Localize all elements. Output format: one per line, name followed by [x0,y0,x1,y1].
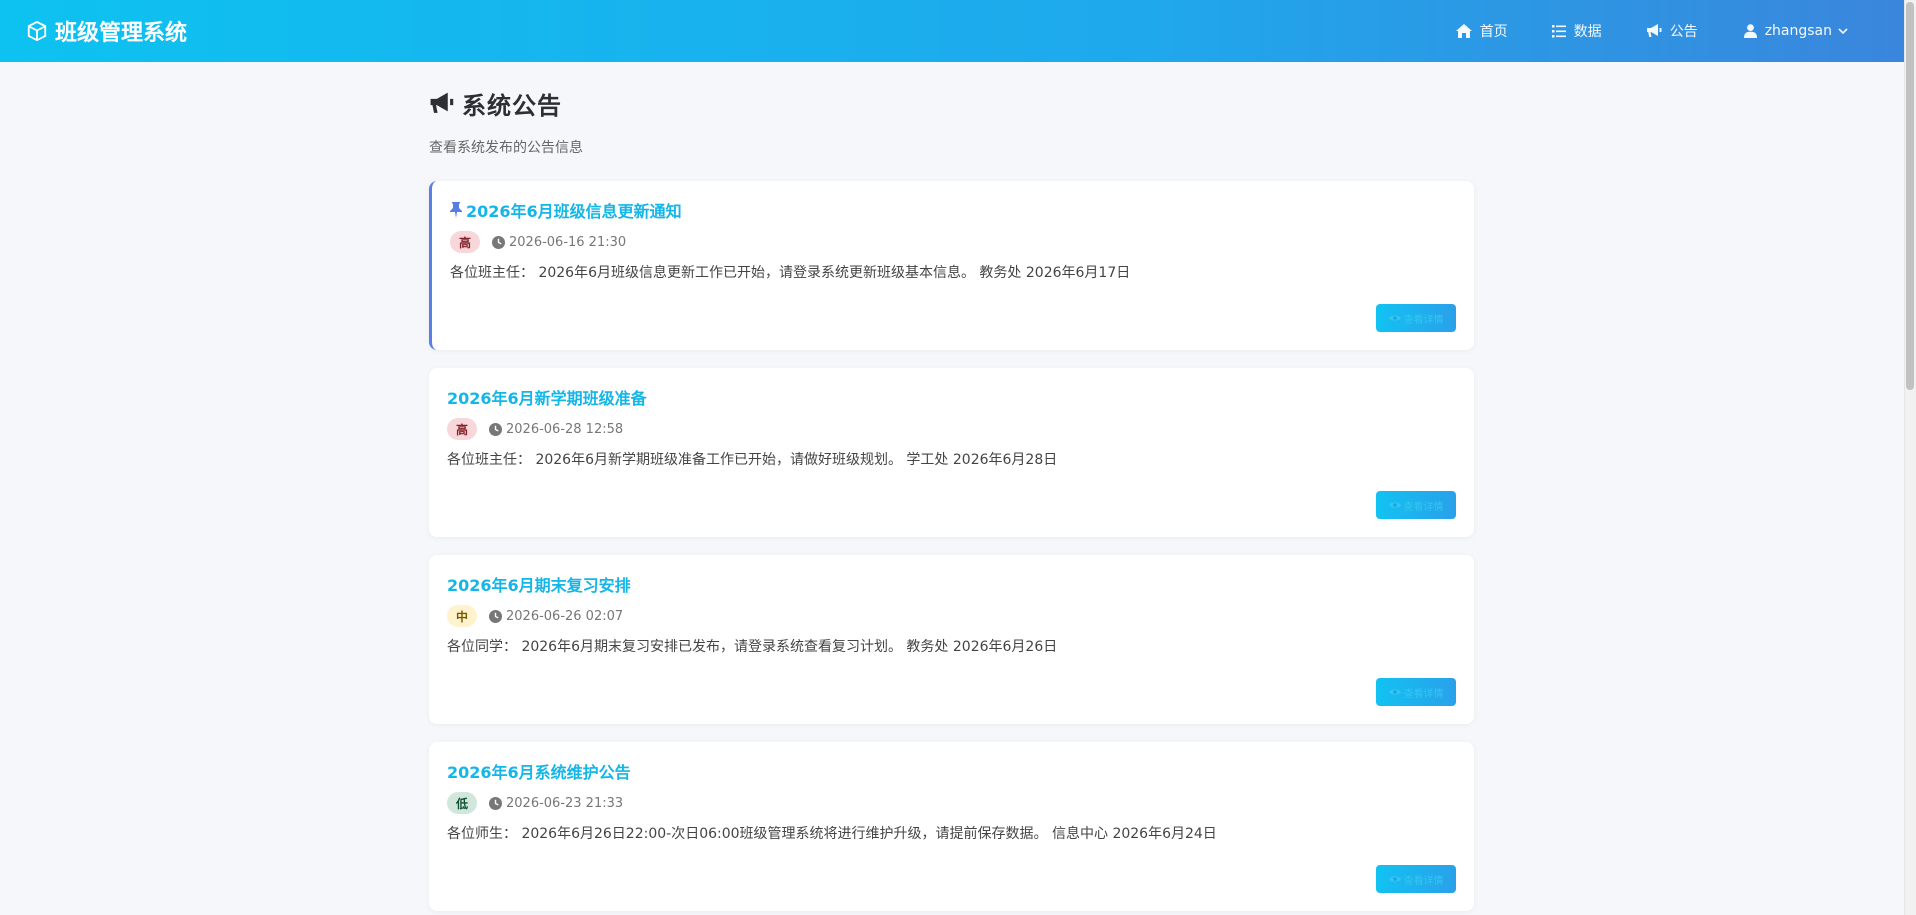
announcement-time: 2026-06-28 12:58 [489,422,623,437]
announcement-content: 各位班主任： 2026年6月班级信息更新工作已开始，请登录系统更新班级基本信息。… [450,265,1131,281]
brand[interactable]: 班级管理系统 [26,15,187,47]
priority-badge: 中 [447,605,477,627]
chevron-down-icon [1838,27,1848,34]
megaphone-icon [1646,24,1662,37]
megaphone-icon [430,92,454,113]
clock-icon [489,796,502,810]
page-title: 系统公告 [462,92,562,120]
announcement-card: 2026年6月新学期班级准备 高 2026-06-28 12:58 各位班主任：… [429,368,1474,537]
pin-icon [450,202,462,218]
nav-data-label: 数据 [1573,24,1602,40]
priority-badge: 低 [447,792,477,814]
announcement-card: 2026年6月期末复习安排 中 2026-06-26 02:07 各位同学： 2… [429,555,1474,724]
user-menu[interactable]: zhangsan [1743,23,1856,39]
announcement-title[interactable]: 2026年6月班级信息更新通知 [450,199,1456,221]
eye-icon [1388,689,1401,695]
announcement-content: 各位师生： 2026年6月26日22:00-次日06:00班级管理系统将进行维护… [447,826,1217,842]
scrollbar-thumb[interactable] [1906,2,1914,390]
view-detail-label: 查看详情 [1403,688,1444,700]
announcement-card: 2026年6月系统维护公告 低 2026-06-23 21:33 各位师生： 2… [429,742,1474,911]
view-detail-button[interactable]: 查看详情 [1376,304,1456,332]
announcement-card: 2026年6月班级信息更新通知 高 2026-06-16 21:30 各位班主任… [429,181,1474,350]
announcement-time-text: 2026-06-23 21:33 [506,795,624,811]
priority-badge: 高 [450,231,480,253]
list-icon [1551,24,1566,37]
announcement-title-text: 2026年6月新学期班级准备 [447,389,647,408]
app-title: 班级管理系统 [55,21,188,46]
eye-icon [1388,876,1401,882]
announcement-title[interactable]: 2026年6月新学期班级准备 [447,386,1456,408]
announcement-title-text: 2026年6月系统维护公告 [447,763,631,782]
page-subtitle: 查看系统发布的公告信息 [429,140,583,156]
main-content: 系统公告 查看系统发布的公告信息 2026年6月班级信息更新通知 高 2026-… [429,62,1474,911]
eye-icon [1388,502,1401,508]
scrollbar[interactable] [1904,0,1916,915]
announcement-title-text: 2026年6月期末复习安排 [447,576,631,595]
eye-icon [1388,315,1401,321]
nav-data[interactable]: 数据 [1551,21,1602,41]
view-detail-label: 查看详情 [1403,501,1444,513]
username: zhangsan [1764,23,1832,39]
announcement-title-text: 2026年6月班级信息更新通知 [466,202,682,221]
clock-icon [489,422,502,436]
view-detail-label: 查看详情 [1403,314,1444,326]
user-icon [1743,24,1757,38]
announcement-title[interactable]: 2026年6月期末复习安排 [447,573,1456,595]
announcement-content: 各位同学： 2026年6月期末复习安排已发布，请登录系统查看复习计划。 教务处 … [447,639,1058,655]
nav-links: 首页 数据 公告 zhangsan [1412,21,1856,41]
top-navbar: 班级管理系统 首页 数据 公告 zhangsan [0,0,1904,62]
announcement-title[interactable]: 2026年6月系统维护公告 [447,760,1456,782]
announcement-meta: 低 2026-06-23 21:33 [447,792,1456,814]
announcement-time: 2026-06-26 02:07 [489,609,623,624]
announcement-time: 2026-06-23 21:33 [489,796,623,811]
priority-badge: 高 [447,418,477,440]
nav-home[interactable]: 首页 [1455,21,1508,41]
announcement-time-text: 2026-06-28 12:58 [506,421,624,437]
announcement-time-text: 2026-06-16 21:30 [509,234,627,250]
view-detail-button[interactable]: 查看详情 [1376,491,1456,519]
view-detail-label: 查看详情 [1403,875,1444,887]
clock-icon [492,235,505,249]
announcement-time: 2026-06-16 21:30 [492,235,626,250]
clock-icon [489,609,502,623]
announcement-content: 各位班主任： 2026年6月新学期班级准备工作已开始，请做好班级规划。 学工处 … [447,452,1058,468]
cube-icon [27,20,47,42]
announcement-meta: 高 2026-06-28 12:58 [447,418,1456,440]
announcement-meta: 中 2026-06-26 02:07 [447,605,1456,627]
view-detail-button[interactable]: 查看详情 [1376,678,1456,706]
announcement-meta: 高 2026-06-16 21:30 [450,231,1456,253]
home-icon [1455,24,1472,38]
view-detail-button[interactable]: 查看详情 [1376,865,1456,893]
nav-announcements[interactable]: 公告 [1646,21,1698,41]
nav-announcements-label: 公告 [1669,24,1698,40]
nav-home-label: 首页 [1479,24,1508,40]
page-header: 系统公告 [429,86,1474,121]
announcement-time-text: 2026-06-26 02:07 [506,608,624,624]
